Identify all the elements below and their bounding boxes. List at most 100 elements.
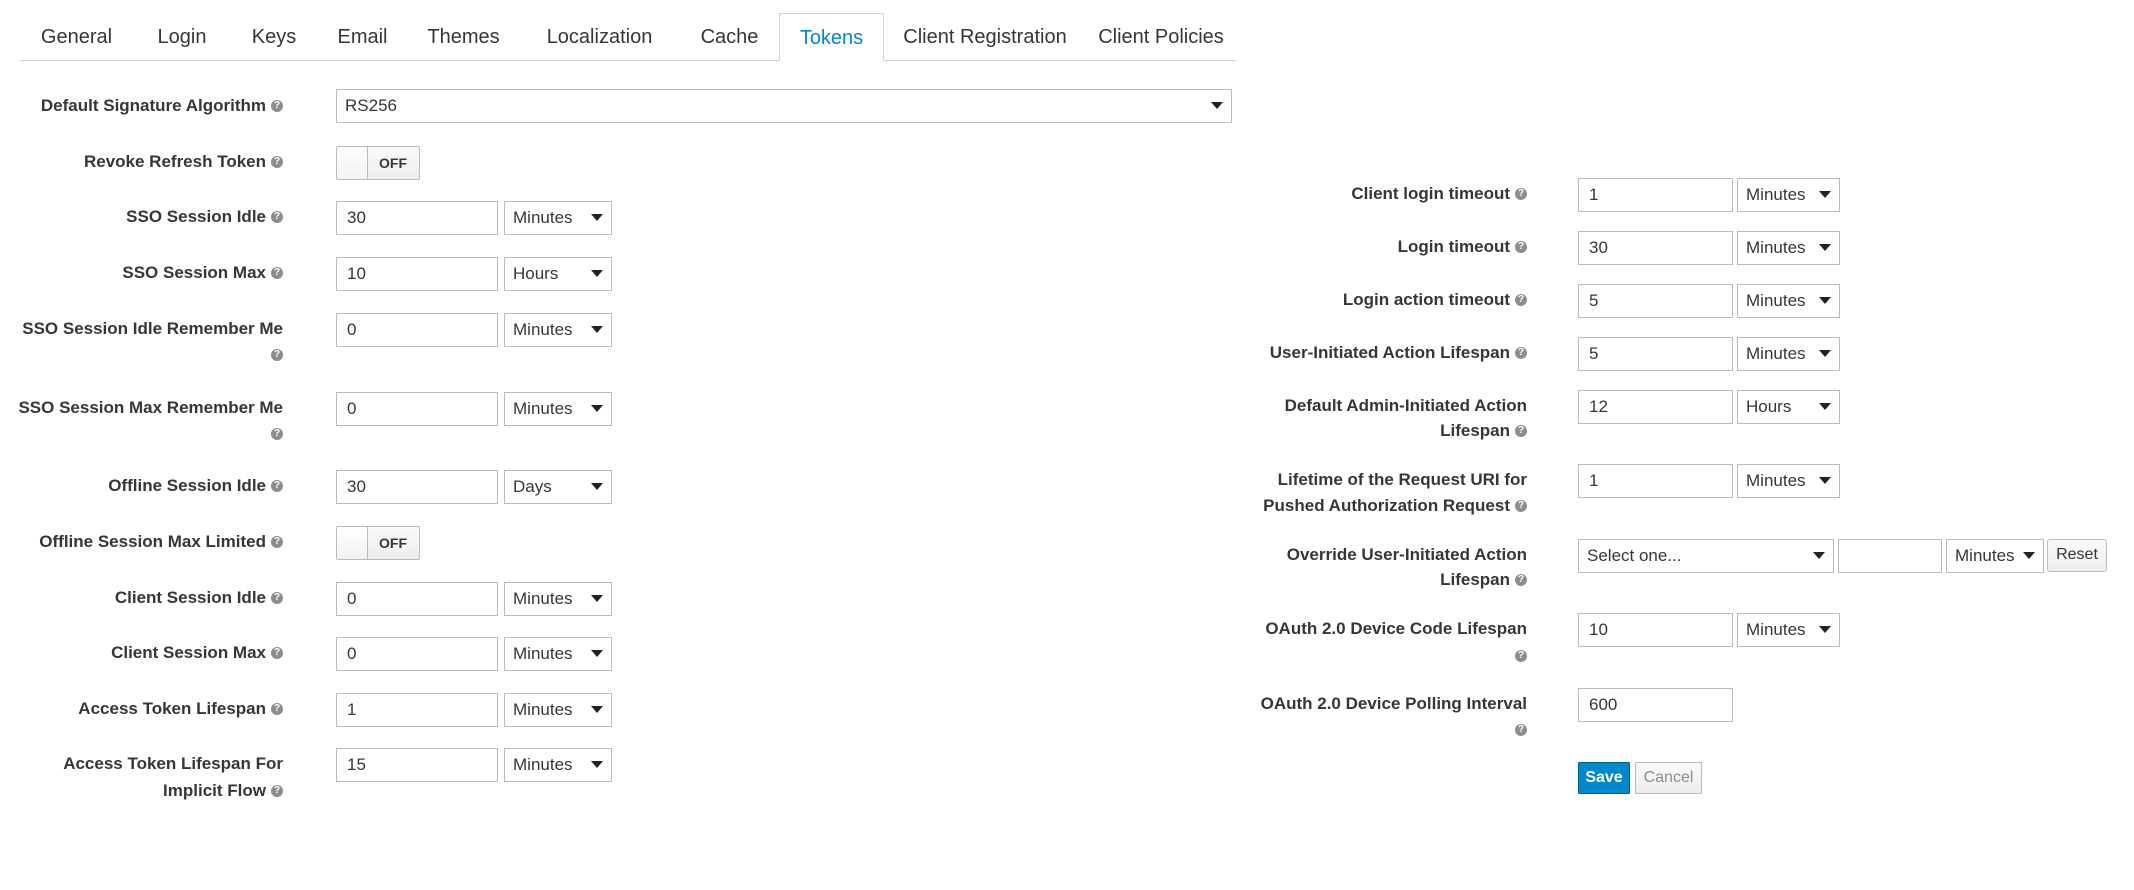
tab-tokens[interactable]: Tokens (779, 13, 884, 61)
sso-session-idle-input[interactable]: 30 (336, 201, 498, 235)
toggle-state: OFF (379, 155, 407, 171)
login-action-timeout-input[interactable]: 5 (1578, 284, 1733, 318)
tab-localization[interactable]: Localization (519, 13, 680, 60)
device-code-lifespan-label: OAuth 2.0 Device Code Lifespan (1265, 616, 1527, 641)
tab-email[interactable]: Email (317, 13, 408, 60)
select-value: Minutes (1746, 471, 1806, 490)
login-action-timeout-unit[interactable]: Minutes (1737, 284, 1840, 318)
device-code-lifespan-unit[interactable]: Minutes (1737, 613, 1840, 647)
access-token-lifespan-unit[interactable]: Minutes (504, 693, 612, 727)
select-value: Minutes (513, 589, 573, 608)
help-icon[interactable]: ? (1515, 499, 1527, 512)
sso-session-max-input[interactable]: 10 (336, 257, 498, 291)
client-login-timeout-input[interactable]: 1 (1578, 178, 1733, 212)
override-action-value-input[interactable] (1838, 539, 1942, 573)
chevron-down-icon (591, 326, 603, 333)
revoke-refresh-token-toggle[interactable]: OFF (336, 146, 420, 180)
help-icon[interactable]: ? (271, 155, 283, 168)
help-icon[interactable]: ? (271, 348, 283, 361)
help-icon[interactable]: ? (1515, 240, 1527, 253)
override-action-select[interactable]: Select one... (1578, 539, 1834, 573)
help-icon[interactable]: ? (1515, 293, 1527, 306)
override-action-label-line1: Override User-Initiated Action (1287, 542, 1527, 567)
sso-session-idle-remember-me-unit[interactable]: Minutes (504, 313, 612, 347)
sso-session-idle-unit[interactable]: Minutes (504, 201, 612, 235)
client-session-max-unit[interactable]: Minutes (504, 637, 612, 671)
select-value: Minutes (1746, 344, 1806, 363)
sso-session-idle-remember-me-input[interactable]: 0 (336, 313, 498, 347)
label-text: Pushed Authorization Request (1263, 496, 1510, 515)
help-icon[interactable]: ? (271, 646, 283, 659)
device-polling-interval-input[interactable]: 600 (1578, 688, 1733, 722)
tab-client-registration[interactable]: Client Registration (884, 13, 1086, 60)
client-session-idle-input[interactable]: 0 (336, 582, 498, 616)
help-icon[interactable]: ? (271, 266, 283, 279)
sso-session-max-remember-me-help: ? (266, 421, 283, 446)
cancel-button[interactable]: Cancel (1635, 762, 1702, 794)
access-token-implicit-label-line1: Access Token Lifespan For (63, 751, 283, 776)
offline-session-idle-input[interactable]: 30 (336, 470, 498, 504)
access-token-implicit-input[interactable]: 15 (336, 748, 498, 782)
admin-initiated-action-input[interactable]: 12 (1578, 390, 1733, 424)
tab-cache[interactable]: Cache (680, 13, 779, 60)
help-icon[interactable]: ? (271, 210, 283, 223)
override-action-unit[interactable]: Minutes (1946, 539, 2044, 573)
label-text: User-Initiated Action Lifespan (1269, 343, 1510, 362)
tab-general[interactable]: General (20, 13, 133, 60)
admin-initiated-action-unit[interactable]: Hours (1737, 390, 1840, 424)
access-token-lifespan-input[interactable]: 1 (336, 693, 498, 727)
label-text: SSO Session Idle (126, 207, 266, 226)
default-signature-algorithm-select[interactable]: RS256 (336, 89, 1232, 123)
label-text: Access Token Lifespan (78, 699, 266, 718)
help-icon[interactable]: ? (1515, 573, 1527, 586)
login-timeout-unit[interactable]: Minutes (1737, 231, 1840, 265)
help-icon[interactable]: ? (271, 535, 283, 548)
client-session-max-input[interactable]: 0 (336, 637, 498, 671)
tab-client-policies[interactable]: Client Policies (1086, 13, 1236, 60)
label-text: SSO Session Idle Remember Me (22, 319, 283, 338)
help-icon[interactable]: ? (1515, 346, 1527, 359)
help-icon[interactable]: ? (1515, 424, 1527, 437)
device-polling-interval-label: OAuth 2.0 Device Polling Interval (1261, 691, 1527, 716)
select-value: RS256 (345, 96, 397, 115)
user-initiated-action-lifespan-input[interactable]: 5 (1578, 337, 1733, 371)
par-lifetime-unit[interactable]: Minutes (1737, 464, 1840, 498)
device-polling-interval-help: ? (1510, 717, 1527, 742)
label-text: Lifetime of the Request URI for (1277, 470, 1527, 489)
login-timeout-input[interactable]: 30 (1578, 231, 1733, 265)
par-lifetime-input[interactable]: 1 (1578, 464, 1733, 498)
help-icon[interactable]: ? (1515, 187, 1527, 200)
offline-session-idle-label: Offline Session Idle? (108, 473, 283, 498)
help-icon[interactable]: ? (271, 702, 283, 715)
user-initiated-action-lifespan-label: User-Initiated Action Lifespan? (1270, 340, 1527, 365)
device-code-lifespan-input[interactable]: 10 (1578, 613, 1733, 647)
tab-login[interactable]: Login (133, 13, 231, 60)
reset-button[interactable]: Reset (2047, 539, 2107, 572)
client-login-timeout-unit[interactable]: Minutes (1737, 178, 1840, 212)
save-button[interactable]: Save (1578, 762, 1630, 794)
sso-session-max-remember-me-input[interactable]: 0 (336, 392, 498, 426)
help-icon[interactable]: ? (271, 427, 283, 440)
help-icon[interactable]: ? (271, 479, 283, 492)
select-value: Minutes (513, 700, 573, 719)
offline-session-max-limited-toggle[interactable]: OFF (336, 526, 420, 560)
offline-session-idle-unit[interactable]: Days (504, 470, 612, 504)
label-text: Revoke Refresh Token (83, 152, 266, 171)
help-icon[interactable]: ? (271, 99, 283, 112)
chevron-down-icon (1211, 102, 1223, 109)
help-icon[interactable]: ? (271, 784, 283, 797)
chevron-down-icon (591, 214, 603, 221)
access-token-implicit-unit[interactable]: Minutes (504, 748, 612, 782)
help-icon[interactable]: ? (1515, 723, 1527, 736)
chevron-down-icon (591, 706, 603, 713)
tab-themes[interactable]: Themes (408, 13, 519, 60)
sso-session-max-remember-me-unit[interactable]: Minutes (504, 392, 612, 426)
help-icon[interactable]: ? (271, 591, 283, 604)
client-session-idle-unit[interactable]: Minutes (504, 582, 612, 616)
tab-keys[interactable]: Keys (231, 13, 317, 60)
user-initiated-action-lifespan-unit[interactable]: Minutes (1737, 337, 1840, 371)
sso-session-max-unit[interactable]: Hours (504, 257, 612, 291)
label-text: Implicit Flow (163, 781, 266, 800)
chevron-down-icon (1819, 626, 1831, 633)
help-icon[interactable]: ? (1515, 649, 1527, 662)
